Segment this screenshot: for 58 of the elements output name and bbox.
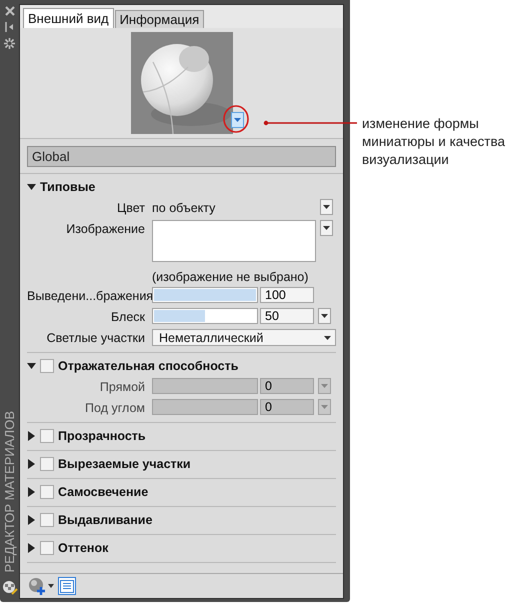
section-title: Оттенок (58, 541, 108, 555)
dropdown-button[interactable] (320, 220, 333, 236)
callout-text: изменение формы миниатюры и качества визуализации (362, 115, 506, 169)
property-label: Цвет (116, 200, 146, 217)
property-label: Выведени...бражения (27, 288, 152, 305)
caret-icon (321, 384, 328, 388)
value-field[interactable]: 50 (260, 308, 314, 324)
section-title: Самосвечение (58, 485, 148, 499)
palette-title: РЕДАКТОР МАТЕРИАЛОВ (2, 411, 17, 573)
property-label: Прямой (98, 379, 146, 396)
list-view-button[interactable] (58, 577, 76, 595)
create-material-button[interactable] (28, 577, 54, 595)
collapse-arrow-icon[interactable] (27, 361, 36, 371)
settings-icon[interactable] (4, 38, 15, 49)
expand-arrow-icon[interactable] (27, 487, 36, 497)
dropdown-button[interactable] (318, 308, 331, 324)
close-icon[interactable] (4, 6, 14, 16)
tab[interactable]: Информация (114, 10, 204, 28)
section-title: Прозрачность (58, 429, 146, 443)
property-label: Под углом (84, 400, 146, 417)
section-title: Типовые (40, 180, 96, 194)
property-label: Светлые участки (46, 330, 146, 347)
checkbox[interactable] (40, 429, 54, 443)
caret-icon (324, 336, 331, 340)
select-field[interactable]: Неметаллический (152, 329, 336, 346)
section-title: Отражательная способность (58, 359, 238, 373)
tab[interactable]: Внешний вид (23, 8, 114, 28)
checkbox[interactable] (40, 485, 54, 499)
collapse-arrow-icon[interactable] (27, 182, 36, 192)
highlight-circle (222, 104, 250, 134)
caret-icon (321, 314, 328, 318)
caret-icon (323, 205, 330, 209)
slider-track[interactable] (152, 308, 258, 324)
caret-icon (234, 118, 241, 122)
image-field[interactable] (152, 220, 316, 262)
dropdown-button[interactable] (320, 199, 333, 215)
caret-icon (48, 584, 54, 588)
caret-icon (323, 226, 330, 230)
expand-arrow-icon[interactable] (27, 431, 36, 441)
material-icon[interactable] (2, 579, 18, 595)
checkbox[interactable] (40, 513, 54, 527)
property-value: по объекту (152, 200, 216, 217)
property-label: Изображение (65, 221, 146, 238)
section-title: Выдавливание (58, 513, 152, 527)
material-name-field[interactable]: Global (27, 146, 336, 167)
image-note: (изображение не выбрано) (152, 270, 310, 284)
checkbox[interactable] (40, 457, 54, 471)
expand-arrow-icon[interactable] (27, 515, 36, 525)
checkbox[interactable] (40, 359, 54, 373)
caret-icon (321, 405, 328, 409)
property-label: Блеск (110, 309, 146, 326)
expand-arrow-icon[interactable] (27, 543, 36, 553)
preview-options-button[interactable] (231, 112, 244, 128)
expand-arrow-icon[interactable] (27, 459, 36, 469)
checkbox[interactable] (40, 541, 54, 555)
value-field[interactable]: 100 (260, 287, 314, 303)
section-title: Вырезаемые участки (58, 457, 191, 471)
pin-icon[interactable] (5, 22, 14, 32)
